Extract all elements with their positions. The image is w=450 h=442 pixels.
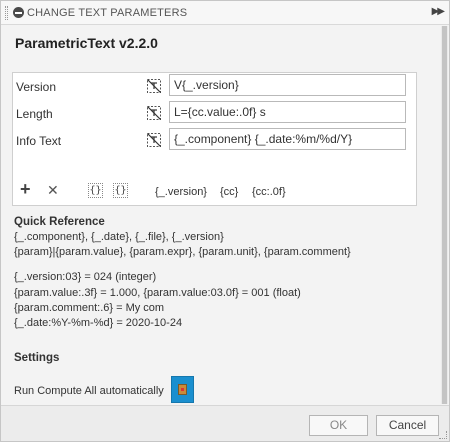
quick-reference-line: {param.value:.3f} = 1.000, {param.value:… [14, 287, 301, 299]
settings-heading: Settings [14, 352, 60, 364]
insert-braces-alt-button[interactable]: {} [113, 183, 128, 198]
parameter-label: Info Text [16, 134, 62, 148]
resize-grip-icon[interactable] [439, 431, 447, 439]
page-title: ParametricText v2.2.0 [15, 35, 158, 51]
quick-reference-line: {_.component}, {_.date}, {_.file}, {_.ve… [14, 231, 224, 243]
dialog-footer: OK Cancel [1, 405, 449, 441]
quick-reference-line: {param}|{param.value}, {param.expr}, {pa… [14, 246, 351, 258]
delete-row-button[interactable]: ✕ [47, 181, 59, 199]
run-compute-label: Run Compute All automatically [14, 385, 164, 397]
quick-reference-line: {_.version:03} = 024 (integer) [14, 271, 157, 283]
compute-icon [178, 384, 187, 395]
scrollbar-thumb[interactable] [442, 26, 447, 404]
parameter-value-input[interactable] [169, 128, 406, 150]
title-bar[interactable]: CHANGE TEXT PARAMETERS ▶▶ [1, 1, 449, 25]
change-text-parameters-dialog: CHANGE TEXT PARAMETERS ▶▶ ParametricText… [0, 0, 450, 442]
run-compute-toggle[interactable] [171, 376, 194, 403]
dialog-title: CHANGE TEXT PARAMETERS [27, 7, 188, 19]
text-select-icon[interactable] [146, 105, 162, 121]
insert-cc-format-button[interactable]: {cc:.0f} [252, 183, 286, 201]
cancel-button[interactable]: Cancel [376, 415, 439, 436]
insert-version-button[interactable]: {_.version} [155, 183, 207, 201]
quick-reference-line: {param.comment:.6} = My com [14, 302, 165, 314]
quick-reference-heading: Quick Reference [14, 216, 105, 228]
collapse-icon[interactable] [13, 7, 24, 18]
add-row-button[interactable]: + [20, 180, 31, 198]
ok-button[interactable]: OK [309, 415, 368, 436]
expand-icon[interactable]: ▶▶ [432, 6, 445, 17]
drag-grip-icon[interactable] [5, 6, 8, 20]
text-select-icon[interactable] [146, 132, 162, 148]
insert-braces-button[interactable]: {} [88, 183, 103, 198]
parameters-table: Version Length Info Text [12, 72, 417, 206]
parameter-value-input[interactable] [169, 101, 406, 123]
insert-cc-button[interactable]: {cc} [220, 183, 238, 201]
scrollbar[interactable] [441, 26, 448, 404]
parameter-label: Length [16, 107, 53, 121]
parameter-row: Version [13, 73, 416, 99]
parameter-label: Version [16, 80, 57, 94]
parameter-value-input[interactable] [169, 74, 406, 96]
parameters-toolbar: + ✕ {} {} {_.version} {cc} {cc:.0f} [13, 180, 416, 201]
parameter-row: Length [13, 100, 416, 126]
quick-reference-line: {_.date:%Y-%m-%d} = 2020-10-24 [14, 317, 183, 329]
text-select-icon[interactable] [146, 78, 162, 94]
parameter-row: Info Text [13, 127, 416, 153]
